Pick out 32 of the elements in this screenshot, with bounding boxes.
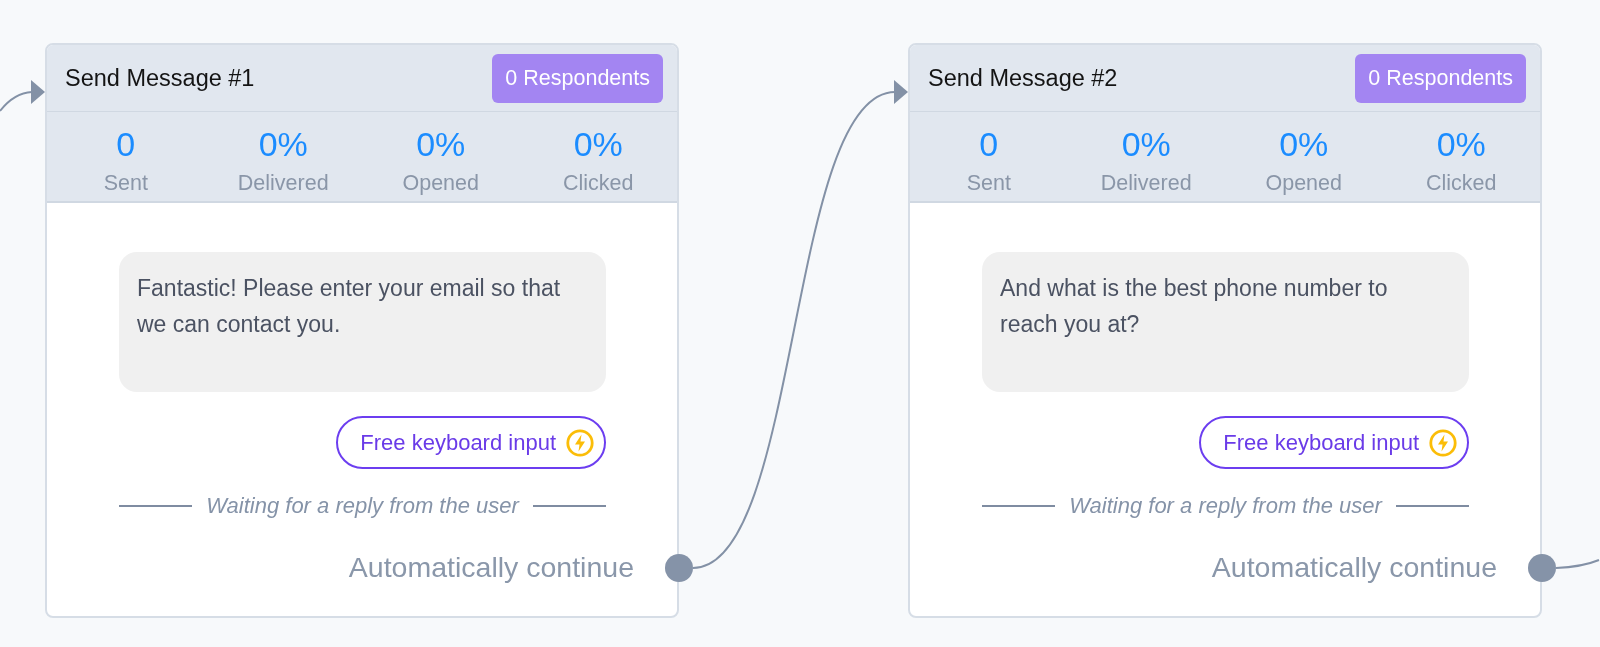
connector-arrow	[0, 80, 45, 112]
stat-value: 0	[979, 124, 999, 164]
stat-value: 0%	[1279, 124, 1329, 164]
stat-label: Clicked	[1426, 170, 1497, 196]
waiting-label: Waiting for a reply from the user	[1069, 493, 1382, 519]
stat-label: Sent	[103, 170, 148, 196]
stat-value: 0%	[258, 124, 308, 164]
card-title: Send Message #1	[65, 64, 255, 92]
waiting-label: Waiting for a reply from the user	[206, 493, 519, 519]
stat-value: 0	[116, 124, 136, 164]
stat-value: 0%	[1121, 124, 1171, 164]
stat-value: 0%	[1436, 124, 1486, 164]
card-title: Send Message #2	[928, 64, 1118, 92]
stat-label: Sent	[966, 170, 1011, 196]
continue-label: Automatically continue	[1211, 550, 1497, 584]
stat-label: Delivered	[237, 170, 329, 196]
stat-value: 0%	[416, 124, 466, 164]
stat-label: Clicked	[563, 170, 634, 196]
stat-value: 0%	[573, 124, 623, 164]
connector-dot-icon[interactable]	[665, 554, 693, 582]
connector-dot-icon[interactable]	[1528, 554, 1556, 582]
stat-label: Opened	[402, 170, 479, 196]
message-text: Fantastic! Please enter your email so that we can contact you.	[137, 274, 562, 339]
stat-label: Delivered	[1100, 170, 1192, 196]
connector-line	[1555, 559, 1600, 569]
input-type-chip[interactable]: Free keyboard input	[1199, 416, 1469, 469]
continue-label: Automatically continue	[348, 550, 634, 584]
input-type-chip[interactable]: Free keyboard input	[336, 416, 606, 469]
lightning-icon	[1429, 428, 1457, 457]
lightning-icon	[566, 428, 594, 457]
message-text: And what is the best phone number to reach you at?	[1000, 274, 1389, 339]
stat-label: Opened	[1265, 170, 1342, 196]
